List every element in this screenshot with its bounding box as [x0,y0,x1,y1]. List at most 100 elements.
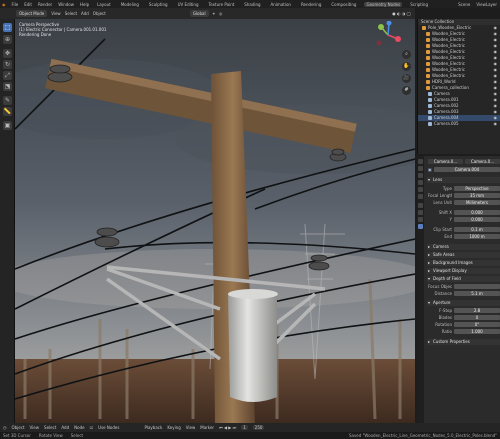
use-nodes-checkbox[interactable]: ☑ [90,425,94,430]
menu-window[interactable]: Window [58,2,74,7]
physics-tab-icon[interactable] [418,210,423,215]
lens-prop-field[interactable]: 35 mm [454,193,500,198]
transform-icon[interactable]: ⬔ [3,82,12,91]
section-1[interactable]: Safe Areas [427,252,500,258]
tab-shading[interactable]: Shading [242,2,262,7]
outliner-row-label: Camera_collection [432,85,469,90]
blender-logo-icon[interactable]: ◉ [2,2,6,7]
pan-hand-icon[interactable]: ✋ [402,62,411,71]
start-frame-field[interactable]: 1 [241,425,248,430]
output-tab-icon[interactable] [418,173,423,178]
play-controls-icon[interactable]: ⏮ ◀ ▶ ⏭ [219,425,236,430]
lens-prop-field[interactable]: Millimeters [454,200,500,205]
use-nodes-label: Use Nodes [98,425,120,430]
data-name[interactable]: Camera.0... [465,159,500,164]
section-0[interactable]: Camera [427,244,500,250]
tab-animation[interactable]: Animation [269,2,293,7]
outliner-row-label: Wooden_Electric [432,67,465,72]
timeline-item[interactable]: Object [12,425,25,430]
dof-prop-field[interactable] [454,284,500,289]
aperture-prop-field[interactable]: 0 [454,315,500,320]
scene-selector[interactable]: Scene [458,2,470,7]
menu-render[interactable]: Render [38,2,52,7]
cursor-icon[interactable]: ⊕ [3,35,12,44]
menu-view[interactable]: View [51,11,61,16]
navigation-gizmo[interactable] [373,21,403,49]
visibility-eye-icon[interactable]: ◉ [494,121,498,127]
lens-prop-field[interactable]: Perspective [454,186,500,191]
mode-dropdown[interactable]: Object Mode [16,10,48,17]
camera-data-tab-icon[interactable] [418,224,423,229]
object-name[interactable]: Camera.0... [428,159,463,164]
tab-sculpting[interactable]: Sculpting [147,2,170,7]
move-icon[interactable]: ✥ [3,49,12,58]
view-layer-selector[interactable]: ViewLayer [476,2,500,7]
section-3[interactable]: Viewport Display [427,268,500,274]
end-frame-field[interactable]: 250 [252,425,265,430]
dof-prop-field[interactable]: 5.1 m [454,291,500,296]
section-lens[interactable]: Lens [427,177,500,183]
menu-file[interactable]: File [12,2,19,7]
timeline-item[interactable]: Node [74,425,84,430]
shading-modes[interactable]: ● ◐ ◑ ◯ [392,11,415,16]
view-menu[interactable]: View [186,425,196,430]
scale-icon[interactable]: ⤢ [3,71,12,80]
camera-view-icon[interactable]: 🎥 [402,74,411,83]
keying-menu[interactable]: Keying [167,425,180,430]
section-2[interactable]: Background Images [427,260,500,266]
constraints-tab-icon[interactable] [418,217,423,222]
playback-menu[interactable]: Playback [144,425,162,430]
menu-help[interactable]: Help [80,2,89,7]
add-cube-icon[interactable]: ▣ [3,121,12,130]
camera-data-field[interactable]: Camera.004 [433,167,500,172]
select-box-icon[interactable]: ⬚ [3,23,12,32]
scene-tab-icon[interactable] [418,187,423,192]
outliner-title: Scene Collection [421,19,455,24]
aperture-prop-field[interactable]: 2.8 [454,308,500,313]
aperture-prop-field[interactable]: 1.000 [454,329,500,334]
section-custom-properties[interactable]: Custom Properties [427,339,500,345]
menu-object[interactable]: Object [93,11,106,16]
tab-texture-paint[interactable]: Texture Paint [206,2,236,7]
view-layer-tab-icon[interactable] [418,180,423,185]
transform-orientation-dropdown[interactable]: Global [189,10,209,17]
proportional-edit-icon[interactable]: ◎ [219,11,223,16]
tab-rendering[interactable]: Rendering [299,2,323,7]
menu-edit[interactable]: Edit [24,2,32,7]
menu-add[interactable]: Add [81,11,89,16]
timeline-item[interactable]: Add [61,425,69,430]
measure-icon[interactable]: 📏 [3,107,12,116]
section-aperture[interactable]: Aperture [427,300,500,306]
lens-prop-field[interactable]: 0.000 [454,210,500,215]
outliner-row-label: Wooden_Electric [432,61,465,66]
camera-icon [428,110,432,114]
lens-prop-field[interactable]: 0.1 m [454,227,500,232]
section-4[interactable]: Depth of Field [427,276,500,282]
object-tab-icon[interactable] [418,203,423,208]
tool-tab-icon[interactable] [418,159,423,164]
tab-modeling[interactable]: Modeling [119,2,141,7]
zoom-icon[interactable]: ⌕ [402,50,411,59]
menu-select[interactable]: Select [65,11,77,16]
grid-icon[interactable]: # [402,86,411,95]
lens-prop-field[interactable]: 0.000 [454,217,500,222]
3d-viewport[interactable] [15,19,415,423]
outliner-row[interactable]: Camera.005 ◉ [418,121,500,127]
snap-icon[interactable]: ⌖ [213,11,215,16]
editor-type-icon[interactable]: ◷ [3,425,7,430]
timeline-item[interactable]: Select [44,425,56,430]
tab-scripting[interactable]: Scripting [408,2,430,7]
tab-uv-editing[interactable]: UV Editing [176,2,201,7]
aperture-prop-label: Ratio [441,329,452,334]
aperture-prop-field[interactable]: 0° [454,322,500,327]
tab-geometry-nodes[interactable]: Geometry Nodes [364,1,403,7]
tab-layout[interactable]: Layout [95,2,113,7]
annotate-icon[interactable]: ✎ [3,96,12,105]
timeline-item[interactable]: View [30,425,40,430]
rotate-icon[interactable]: ↻ [3,60,12,69]
world-tab-icon[interactable] [418,194,423,199]
lens-prop-field[interactable]: 1000 m [454,234,500,239]
tab-compositing[interactable]: Compositing [329,2,358,7]
marker-menu[interactable]: Marker [200,425,214,430]
render-tab-icon[interactable] [418,166,423,171]
